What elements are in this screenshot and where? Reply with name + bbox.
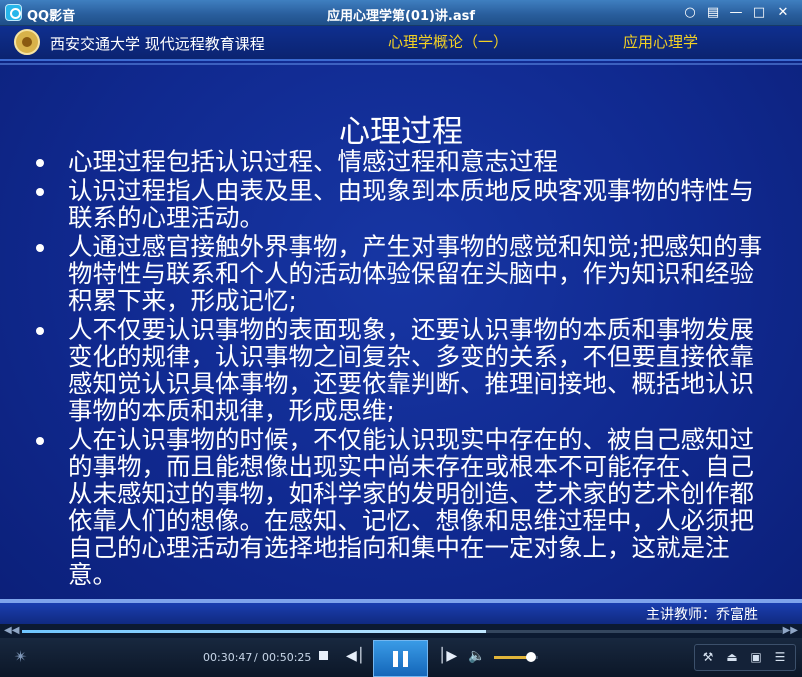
stop-icon[interactable]	[318, 650, 330, 662]
pause-icon	[403, 651, 408, 667]
seek-forward-icon[interactable]: ▶▶	[783, 624, 798, 638]
playlist-icon[interactable]: ☰	[771, 649, 789, 666]
course-name: 应用心理学	[623, 33, 699, 51]
bullet-item: 人不仅要认识事物的表面现象，还要认识事物的本质和事物发展变化的规律，认识事物之间…	[36, 316, 776, 424]
tool-group: ⚒ ⏏ ▣ ☰	[694, 644, 796, 671]
bullet-dot-icon	[36, 188, 44, 196]
footprint-icon[interactable]: ✴	[14, 647, 27, 666]
bullet-item: 认识过程指人由表及里、由现象到本质地反映客观事物的特性与联系的心理活动。	[36, 177, 776, 231]
slide-header: 西安交通大学 现代远程教育课程 心理学概论（一） 应用心理学	[0, 26, 802, 61]
close-icon[interactable]: ✕	[773, 3, 793, 23]
control-bar: ✴ 00:30:47 / 00:50:25 ◀│ │▶ 🔈 ⚒ ⏏ ▣ ☰	[0, 638, 802, 677]
skin-icon[interactable]: ▤	[703, 3, 723, 23]
current-time: 00:30:47	[203, 651, 253, 664]
next-icon[interactable]: │▶	[438, 648, 457, 664]
bullet-dot-icon	[36, 327, 44, 335]
volume-knob[interactable]	[526, 652, 537, 662]
seek-bar[interactable]	[22, 630, 782, 633]
seek-back-icon[interactable]: ◀◀	[4, 624, 19, 638]
video-area[interactable]: 西安交通大学 现代远程教育课程 心理学概论（一） 应用心理学 心理过程 心理过程…	[0, 26, 802, 624]
total-time: 00:50:25	[262, 651, 312, 664]
previous-icon[interactable]: ◀│	[346, 648, 365, 664]
bullet-list: 心理过程包括认识过程、情感过程和意志过程 认识过程指人由表及里、由现象到本质地反…	[36, 148, 776, 590]
time-separator: /	[254, 651, 258, 664]
title-bar: QQ影音 应用心理学第(01)讲.asf ○ ▤ — □ ✕	[0, 0, 802, 26]
bullet-item: 心理过程包括认识过程、情感过程和意志过程	[36, 148, 776, 175]
institution-name: 西安交通大学 现代远程教育课程	[50, 35, 265, 53]
lecture-title: 心理学概论（一）	[388, 33, 509, 51]
bullet-dot-icon	[36, 244, 44, 252]
pause-icon	[393, 651, 398, 667]
bullet-text: 人不仅要认识事物的表面现象，还要认识事物的本质和事物发展变化的规律，认识事物之间…	[68, 315, 754, 425]
slide-title: 心理过程	[339, 114, 463, 150]
chat-bubble-icon[interactable]: ○	[680, 3, 700, 23]
teacher-bar: 主讲教师：乔富胜	[0, 603, 802, 624]
minimize-icon[interactable]: —	[726, 3, 746, 23]
bullet-text: 认识过程指人由表及里、由现象到本质地反映客观事物的特性与联系的心理活动。	[68, 176, 754, 232]
eject-icon[interactable]: ⏏	[723, 649, 741, 666]
volume-slider[interactable]	[494, 652, 538, 662]
bullet-item: 人通过感官接触外界事物，产生对事物的感觉和知觉;把感知的事物特性与联系和个人的活…	[36, 233, 776, 314]
toolbox-icon[interactable]: ⚒	[699, 649, 717, 666]
header-divider	[0, 63, 802, 65]
university-emblem-icon	[14, 29, 40, 55]
bullet-text: 人通过感官接触外界事物，产生对事物的感觉和知觉;把感知的事物特性与联系和个人的活…	[68, 232, 763, 315]
pause-button[interactable]	[373, 640, 428, 677]
maximize-icon[interactable]: □	[749, 3, 769, 23]
seek-row: ◀◀ ▶▶	[0, 624, 802, 638]
bullet-dot-icon	[36, 437, 44, 445]
bullet-dot-icon	[36, 159, 44, 167]
screen-icon[interactable]: ▣	[747, 649, 765, 666]
volume-icon[interactable]: 🔈	[468, 648, 485, 664]
seek-bar-fill	[22, 630, 486, 633]
teacher-name: 主讲教师：乔富胜	[646, 607, 758, 623]
bullet-text: 心理过程包括认识过程、情感过程和意志过程	[68, 147, 558, 176]
bullet-text: 人在认识事物的时候，不仅能认识现实中存在的、被自己感知过的事物，而且能想像出现实…	[68, 425, 754, 589]
bullet-item: 人在认识事物的时候，不仅能认识现实中存在的、被自己感知过的事物，而且能想像出现实…	[36, 426, 776, 588]
